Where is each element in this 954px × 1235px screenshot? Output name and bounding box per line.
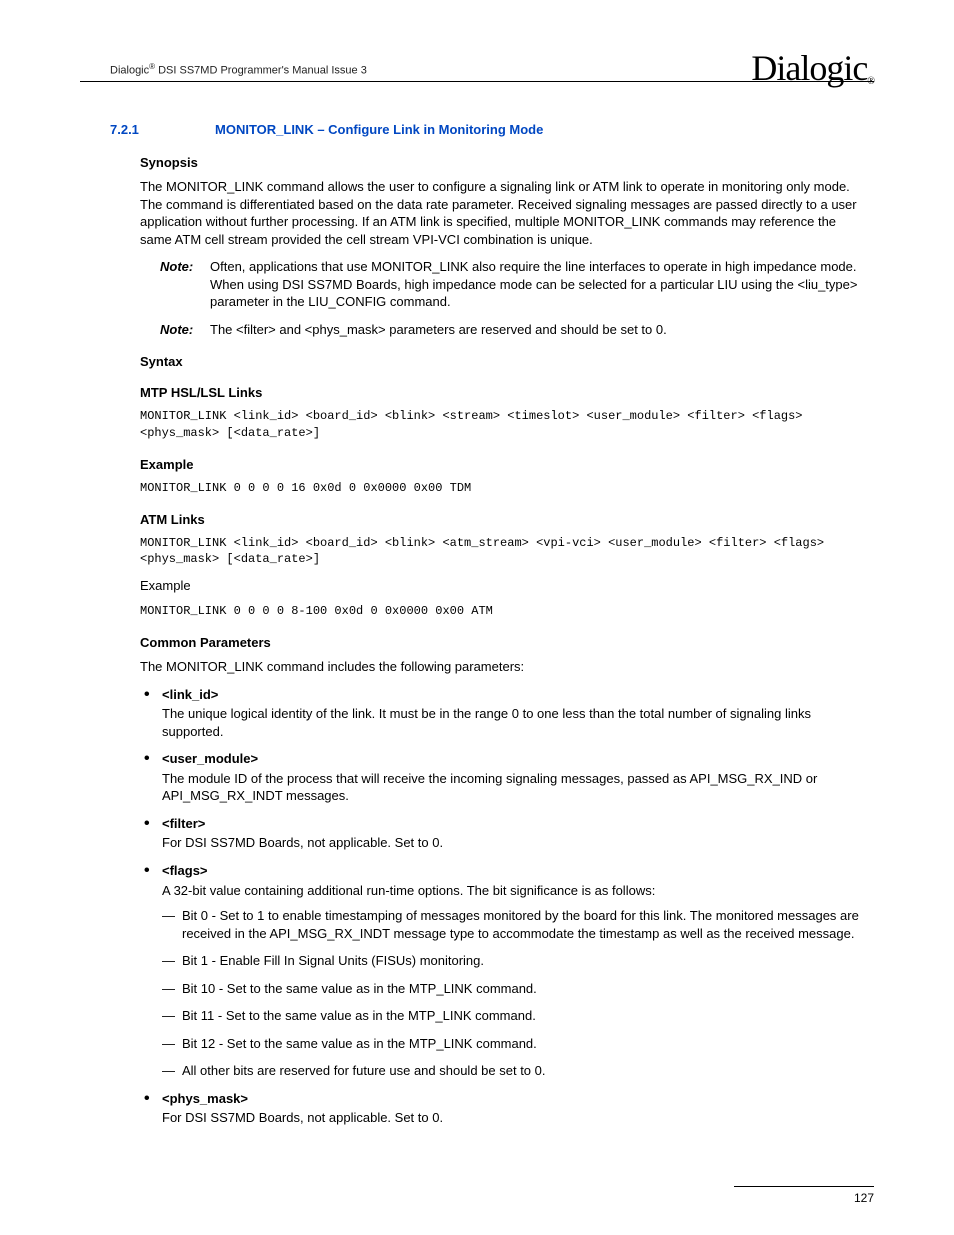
common-params-heading: Common Parameters bbox=[140, 635, 864, 650]
page-number: 127 bbox=[854, 1191, 874, 1205]
dialogic-logo: Dialogic® bbox=[751, 47, 874, 89]
footer-divider bbox=[734, 1186, 874, 1187]
note-1: Note: Often, applications that use MONIT… bbox=[160, 258, 864, 311]
note-1-text: Often, applications that use MONITOR_LIN… bbox=[210, 258, 864, 311]
flag-bit-other: All other bits are reserved for future u… bbox=[162, 1062, 864, 1080]
param-name: <filter> bbox=[162, 815, 864, 833]
param-phys-mask: <phys_mask> For DSI SS7MD Boards, not ap… bbox=[140, 1090, 864, 1127]
header-title-suffix: DSI SS7MD Programmer's Manual Issue 3 bbox=[155, 65, 367, 77]
param-flags: <flags> A 32-bit value containing additi… bbox=[140, 862, 864, 1080]
parameter-list: <link_id> The unique logical identity of… bbox=[140, 686, 864, 1127]
param-desc: For DSI SS7MD Boards, not applicable. Se… bbox=[162, 834, 864, 852]
param-desc: The module ID of the process that will r… bbox=[162, 770, 864, 805]
common-params-intro: The MONITOR_LINK command includes the fo… bbox=[140, 658, 864, 676]
example2-heading: Example bbox=[140, 577, 864, 595]
example1-heading: Example bbox=[140, 457, 864, 472]
param-desc: A 32-bit value containing additional run… bbox=[162, 882, 864, 900]
note-label: Note: bbox=[160, 258, 210, 311]
param-name: <flags> bbox=[162, 862, 864, 880]
flag-bit-0: Bit 0 - Set to 1 to enable timestamping … bbox=[162, 907, 864, 942]
mtp-syntax-code: MONITOR_LINK <link_id> <board_id> <blink… bbox=[140, 408, 864, 440]
section-title: MONITOR_LINK – Configure Link in Monitor… bbox=[215, 122, 543, 137]
atm-heading: ATM Links bbox=[140, 512, 864, 527]
flag-bit-12: Bit 12 - Set to the same value as in the… bbox=[162, 1035, 864, 1053]
header-doc-title: Dialogic® DSI SS7MD Programmer's Manual … bbox=[80, 62, 367, 77]
param-name: <user_module> bbox=[162, 750, 864, 768]
logo-registered-icon: ® bbox=[867, 76, 874, 87]
flag-bit-11: Bit 11 - Set to the same value as in the… bbox=[162, 1007, 864, 1025]
param-name: <phys_mask> bbox=[162, 1090, 864, 1108]
atm-syntax-code: MONITOR_LINK <link_id> <board_id> <blink… bbox=[140, 535, 864, 567]
logo-text: Dialogic bbox=[751, 48, 867, 88]
synopsis-heading: Synopsis bbox=[140, 155, 864, 170]
param-link-id: <link_id> The unique logical identity of… bbox=[140, 686, 864, 741]
flag-bit-1: Bit 1 - Enable Fill In Signal Units (FIS… bbox=[162, 952, 864, 970]
param-desc: For DSI SS7MD Boards, not applicable. Se… bbox=[162, 1109, 864, 1127]
flag-bit-10: Bit 10 - Set to the same value as in the… bbox=[162, 980, 864, 998]
param-desc: The unique logical identity of the link.… bbox=[162, 705, 864, 740]
example1-code: MONITOR_LINK 0 0 0 0 16 0x0d 0 0x0000 0x… bbox=[140, 480, 864, 496]
note-2: Note: The <filter> and <phys_mask> param… bbox=[160, 321, 864, 339]
param-filter: <filter> For DSI SS7MD Boards, not appli… bbox=[140, 815, 864, 852]
page-header: Dialogic® DSI SS7MD Programmer's Manual … bbox=[80, 35, 874, 81]
flags-bits-list: Bit 0 - Set to 1 to enable timestamping … bbox=[162, 907, 864, 1080]
section-heading: 7.2.1 MONITOR_LINK – Configure Link in M… bbox=[80, 122, 874, 137]
synopsis-text: The MONITOR_LINK command allows the user… bbox=[140, 178, 864, 248]
document-page: Dialogic® DSI SS7MD Programmer's Manual … bbox=[0, 0, 954, 1235]
content-body: Synopsis The MONITOR_LINK command allows… bbox=[80, 155, 874, 1127]
page-footer: 127 bbox=[80, 1186, 874, 1205]
mtp-heading: MTP HSL/LSL Links bbox=[140, 385, 864, 400]
example2-code: MONITOR_LINK 0 0 0 0 8-100 0x0d 0 0x0000… bbox=[140, 603, 864, 619]
note-2-text: The <filter> and <phys_mask> parameters … bbox=[210, 321, 864, 339]
section-number: 7.2.1 bbox=[110, 122, 215, 137]
header-title-prefix: Dialogic bbox=[110, 65, 149, 77]
param-user-module: <user_module> The module ID of the proce… bbox=[140, 750, 864, 805]
syntax-heading: Syntax bbox=[140, 354, 864, 369]
note-label: Note: bbox=[160, 321, 210, 339]
param-name: <link_id> bbox=[162, 686, 864, 704]
